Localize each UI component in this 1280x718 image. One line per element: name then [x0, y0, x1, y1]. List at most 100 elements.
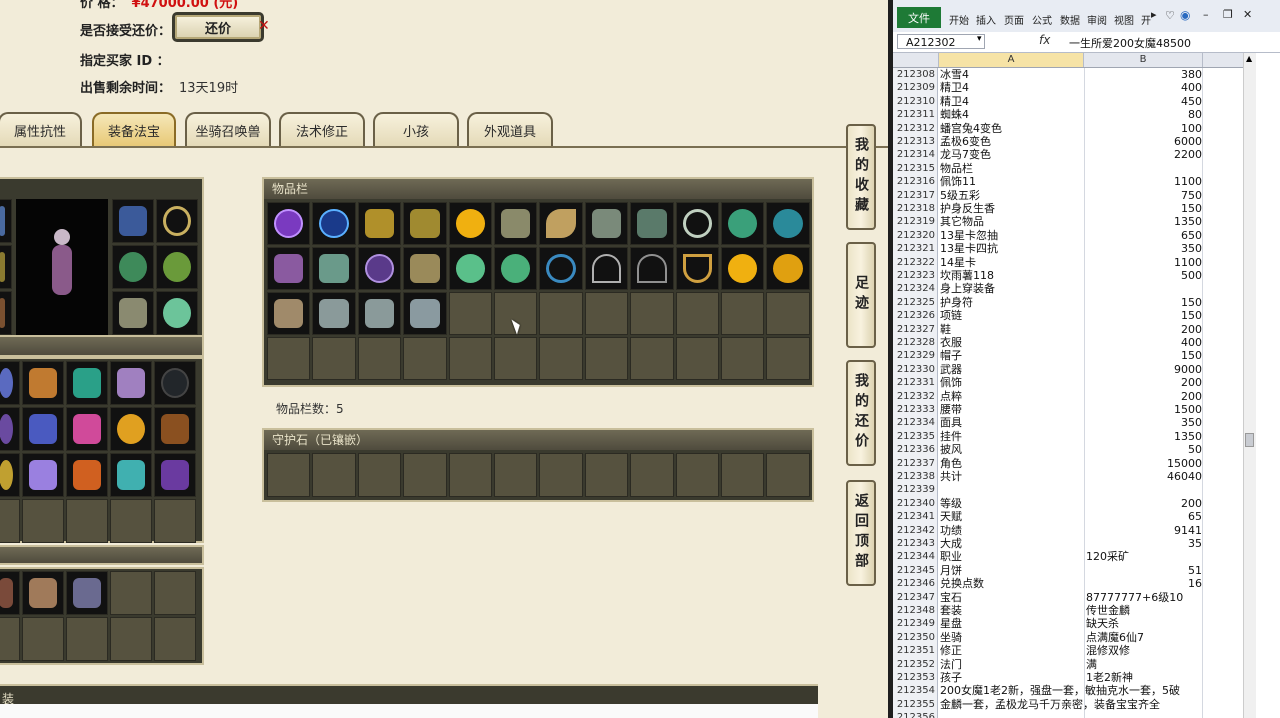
row-number[interactable]: 212346 — [893, 577, 938, 591]
cell-a[interactable]: 角色 — [940, 457, 1084, 470]
tab-appearance[interactable]: 外观道具 — [467, 112, 553, 146]
cell-b[interactable]: 1老2新神 — [1084, 671, 1204, 684]
treasure-slot[interactable] — [66, 407, 108, 451]
bag-slot[interactable] — [357, 247, 402, 290]
ribbon-tab-review[interactable]: 审阅 — [1087, 12, 1107, 27]
cell-a[interactable]: 天赋 — [940, 510, 1084, 523]
cell-a[interactable]: 修正 — [940, 644, 1084, 657]
row-number[interactable]: 212318 — [893, 202, 938, 216]
cell-b[interactable]: 1100 — [1084, 256, 1202, 269]
back-to-top-button[interactable]: 返回顶部 — [846, 480, 876, 586]
cell-b[interactable]: 16 — [1084, 577, 1202, 590]
tab-attributes[interactable]: 属性抗性 — [0, 112, 82, 146]
haggle-button[interactable]: 还价 — [172, 12, 264, 42]
treasure-slot[interactable] — [22, 361, 64, 405]
treasure-slot[interactable] — [0, 453, 20, 497]
equip-slot[interactable] — [0, 245, 12, 289]
my-offers-button[interactable]: 我的还价 — [846, 360, 876, 466]
cell-b[interactable]: 450 — [1084, 95, 1202, 108]
cell-a[interactable]: 星盘 — [940, 617, 1084, 630]
row-number[interactable]: 212339 — [893, 483, 938, 497]
cell-b[interactable]: 1350 — [1084, 215, 1202, 228]
equip-slot[interactable] — [0, 291, 12, 335]
treasure-slot[interactable] — [0, 407, 20, 451]
cell-b[interactable]: 200 — [1084, 390, 1202, 403]
cell-b[interactable]: 15000 — [1084, 457, 1202, 470]
equip-slot[interactable] — [156, 199, 198, 243]
equip-slot[interactable] — [112, 291, 154, 335]
cell-a[interactable]: 月饼 — [940, 564, 1084, 577]
pet-slot[interactable] — [22, 571, 64, 615]
treasure-slot[interactable] — [22, 453, 64, 497]
select-all-corner[interactable] — [893, 53, 939, 67]
cell-a[interactable]: 兑换点数 — [940, 577, 1084, 590]
equip-slot[interactable] — [156, 291, 198, 335]
row-number[interactable]: 212330 — [893, 362, 938, 377]
restore-icon[interactable]: ❐ — [1223, 8, 1233, 21]
cell-a[interactable]: 坐骑 — [940, 631, 1084, 644]
row-number[interactable]: 212351 — [893, 644, 938, 658]
row-number[interactable]: 212333 — [893, 403, 938, 417]
cell-a[interactable]: 大成 — [940, 537, 1084, 550]
cell-a[interactable]: 等级 — [940, 497, 1084, 510]
cell-a[interactable]: 蟠宫兔4变色 — [940, 122, 1084, 135]
bag-slot[interactable] — [403, 247, 447, 290]
close-icon[interactable]: ✕ — [258, 18, 270, 34]
treasure-slot[interactable] — [110, 453, 152, 497]
bag-slot[interactable] — [630, 202, 674, 245]
bag-slot[interactable] — [493, 202, 538, 245]
cell-b[interactable]: 87777777+6级10 — [1084, 591, 1204, 604]
bag-slot[interactable] — [312, 247, 356, 290]
cell-a[interactable]: 护身反生香 — [940, 202, 1084, 215]
ribbon-tab-formulas[interactable]: 公式 — [1032, 12, 1052, 27]
favorites-button[interactable]: 我的收藏 — [846, 124, 876, 230]
row-number[interactable]: 212332 — [893, 389, 938, 403]
cell-b[interactable]: 1100 — [1084, 175, 1202, 188]
row-number[interactable]: 212327 — [893, 322, 938, 336]
row-number[interactable]: 212310 — [893, 94, 938, 109]
row-number[interactable]: 212335 — [893, 429, 938, 444]
column-header-a[interactable]: A — [939, 53, 1084, 67]
bag-slot[interactable] — [720, 247, 765, 290]
bag-slot[interactable] — [357, 292, 402, 335]
row-number[interactable]: 212344 — [893, 550, 938, 564]
cell-a[interactable]: 其它物品 — [940, 215, 1084, 228]
equip-slot[interactable] — [112, 199, 154, 243]
row-number[interactable]: 212312 — [893, 121, 938, 135]
cell-a[interactable]: 物品栏 — [940, 162, 1084, 175]
cell-a[interactable]: 鞋 — [940, 323, 1084, 336]
cell-a[interactable]: 职业 — [940, 550, 1084, 563]
row-number[interactable]: 212311 — [893, 108, 938, 122]
row-number[interactable]: 212325 — [893, 295, 938, 310]
cell-b[interactable]: 混修双修 — [1084, 644, 1204, 657]
row-number[interactable]: 212331 — [893, 376, 938, 390]
treasure-slot[interactable] — [154, 453, 196, 497]
cell-b[interactable]: 50 — [1084, 443, 1202, 456]
cell-a[interactable]: 挂件 — [940, 430, 1084, 443]
row-number[interactable]: 212350 — [893, 630, 938, 645]
row-number[interactable]: 212308 — [893, 68, 938, 82]
cell-b[interactable]: 100 — [1084, 122, 1202, 135]
bag-slot[interactable] — [584, 247, 629, 290]
row-number[interactable]: 212342 — [893, 523, 938, 537]
scroll-up-icon[interactable]: ▲ — [1246, 54, 1252, 63]
ribbon-tab-more[interactable]: 开 — [1141, 12, 1151, 27]
name-box[interactable]: A212302 — [897, 34, 985, 49]
bag-slot[interactable] — [448, 202, 492, 245]
cell-a[interactable]: 孟极6变色 — [940, 135, 1084, 148]
bag-slot[interactable] — [493, 247, 538, 290]
close-icon[interactable]: ✕ — [1243, 8, 1252, 21]
cell-b[interactable]: 1350 — [1084, 430, 1202, 443]
equip-slot[interactable] — [112, 245, 154, 289]
cell-b[interactable]: 150 — [1084, 296, 1202, 309]
bag-slot[interactable] — [720, 202, 765, 245]
bag-slot[interactable] — [267, 247, 311, 290]
tab-equipment[interactable]: 装备法宝 — [92, 112, 176, 146]
cell-a[interactable]: 护身符 — [940, 296, 1084, 309]
bag-slot[interactable] — [539, 202, 583, 245]
bag-slot[interactable] — [675, 202, 719, 245]
row-number[interactable]: 212309 — [893, 81, 938, 95]
row-number[interactable]: 212352 — [893, 657, 938, 671]
row-number[interactable]: 212320 — [893, 228, 938, 243]
heart-icon[interactable]: ♡ — [1165, 9, 1175, 22]
